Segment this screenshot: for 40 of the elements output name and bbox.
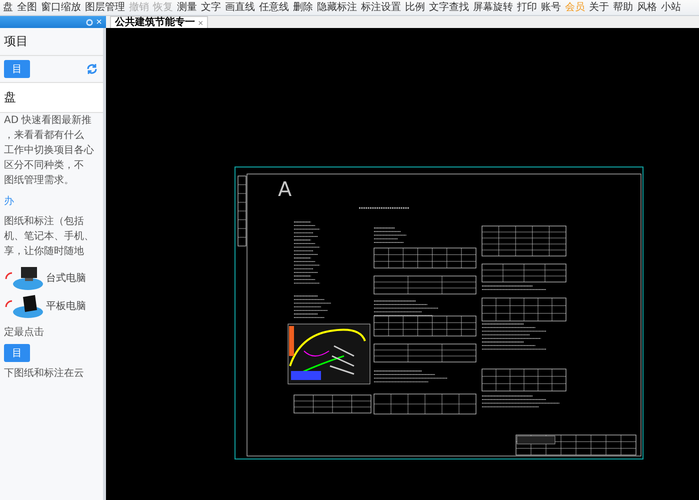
toolbar-button[interactable]: 比例 xyxy=(404,2,426,15)
description-text: 工作中切换项目各心 xyxy=(3,144,95,158)
toolbar-button[interactable]: 盘 xyxy=(2,2,14,15)
sheet-letter: A xyxy=(278,177,292,201)
panel-title: 项目 xyxy=(0,28,103,56)
description-text: 下图纸和标注在云 xyxy=(3,366,85,381)
description-text: AD 快速看图最新推 xyxy=(3,114,93,128)
toolbar-button[interactable]: 风格 xyxy=(636,2,658,15)
toolbar-button[interactable]: 删除 xyxy=(292,2,314,15)
toolbar-button[interactable]: 窗口缩放 xyxy=(40,2,82,15)
section-heading: 盘 xyxy=(0,82,103,113)
toolbar-button[interactable]: 关于 xyxy=(588,2,610,15)
description-text: 区分不同种类，不 xyxy=(3,158,85,173)
toolbar-button[interactable]: 全图 xyxy=(16,2,38,15)
description-text: 定最点击 xyxy=(3,326,45,340)
description-text: 图纸和标注（包括 xyxy=(3,214,85,229)
toolbar-button[interactable]: 帮助 xyxy=(612,2,634,15)
refresh-icon[interactable] xyxy=(85,62,99,76)
toolbar-button[interactable]: 打印 xyxy=(516,2,538,15)
toolbar-button[interactable]: 文字 xyxy=(200,2,222,15)
desktop-computer-icon xyxy=(4,265,44,291)
tablet-icon xyxy=(4,293,44,319)
toolbar-button[interactable]: 图层管理 xyxy=(84,2,126,15)
toolbar-button[interactable]: 测量 xyxy=(176,2,198,15)
toolbar-button[interactable]: 屏幕旋转 xyxy=(472,2,514,15)
toolbar-button[interactable]: 账号 xyxy=(540,2,562,15)
device-label: 台式电脑 xyxy=(46,272,86,285)
description-text: 享，让你随时随地 xyxy=(3,244,85,259)
description-text: 图纸管理需求。 xyxy=(3,174,75,188)
device-label: 平板电脑 xyxy=(46,300,86,313)
toolbar-button[interactable]: 画直线 xyxy=(224,2,256,15)
toolbar-button[interactable]: 文字查找 xyxy=(428,2,470,15)
tab-close-button[interactable]: × xyxy=(198,18,204,28)
description-text: ，来看看都有什么 xyxy=(3,128,85,143)
toolbar-button[interactable]: 标注设置 xyxy=(360,2,402,15)
description-text: 机、笔记本、手机、 xyxy=(3,230,95,244)
toolbar-button[interactable]: 隐藏标注 xyxy=(316,2,358,15)
toolbar-button[interactable]: 任意线 xyxy=(258,2,290,15)
toolbar-button[interactable]: 小站 xyxy=(660,2,682,15)
document-tab[interactable]: 公共建筑节能专一 × xyxy=(110,16,208,28)
